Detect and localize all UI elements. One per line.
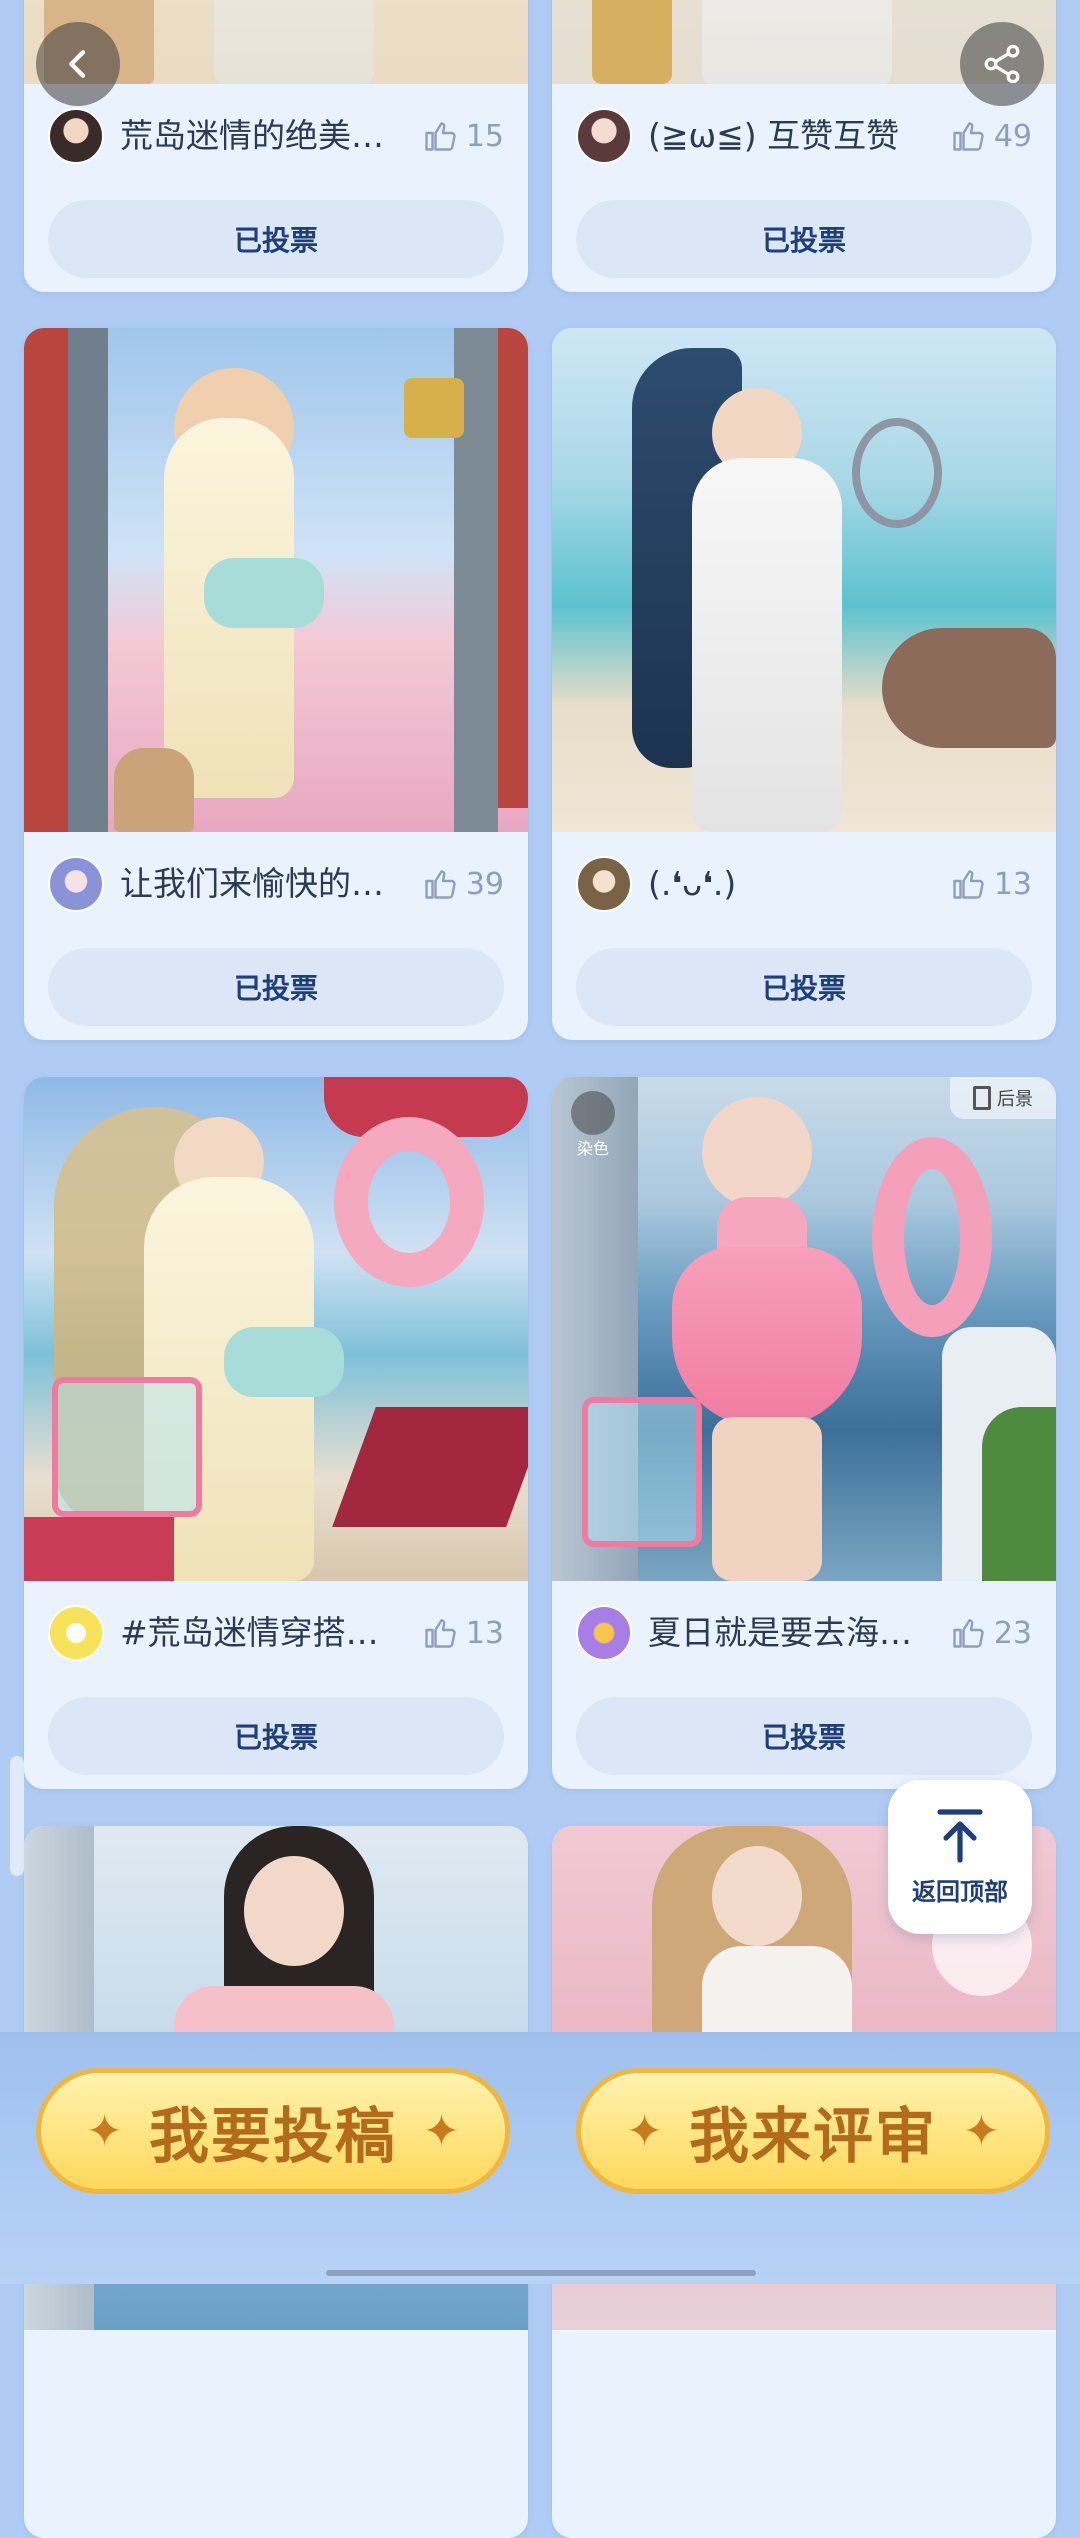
- like-count: 13: [993, 866, 1032, 902]
- voted-button[interactable]: 已投票: [48, 200, 504, 278]
- post-card[interactable]: #荒岛迷情穿搭… 13 已投票: [24, 1077, 528, 1789]
- back-to-top-button[interactable]: 返回顶部: [888, 1780, 1032, 1934]
- author-avatar[interactable]: [48, 856, 104, 912]
- voted-button[interactable]: 已投票: [576, 1697, 1032, 1775]
- dye-tag[interactable]: 染色: [568, 1091, 618, 1161]
- like-counter[interactable]: 15: [422, 116, 504, 156]
- post-image[interactable]: 染色 后景: [552, 1077, 1056, 1581]
- post-title[interactable]: #荒岛迷情穿搭…: [120, 1613, 400, 1653]
- like-count: 23: [993, 1615, 1032, 1651]
- post-image[interactable]: [552, 328, 1056, 832]
- author-avatar[interactable]: [576, 1605, 632, 1661]
- arrow-up-icon: [937, 1808, 983, 1863]
- review-button[interactable]: ✦ 我来评审 ✦: [576, 2068, 1050, 2194]
- like-counter[interactable]: 23: [950, 1613, 1032, 1653]
- edge-drag-handle[interactable]: [10, 1756, 24, 1876]
- chevron-left-icon: [69, 50, 86, 78]
- door-icon: [973, 1086, 991, 1110]
- voted-button[interactable]: 已投票: [576, 200, 1032, 278]
- background-tag[interactable]: 后景: [950, 1077, 1056, 1119]
- submit-entry-label: 我要投稿: [149, 2101, 397, 2172]
- author-avatar[interactable]: [48, 1605, 104, 1661]
- post-meta: 夏日就是要去海… 23: [576, 1603, 1032, 1663]
- thumbs-up-icon: [953, 870, 984, 899]
- post-title[interactable]: 夏日就是要去海…: [648, 1613, 928, 1653]
- sparkle-icon: ✦: [423, 2105, 460, 2157]
- author-avatar[interactable]: [576, 108, 632, 164]
- author-avatar[interactable]: [576, 856, 632, 912]
- dye-label: 染色: [576, 1139, 609, 1158]
- post-image[interactable]: [24, 1077, 528, 1581]
- sparkle-icon: ✦: [626, 2105, 663, 2157]
- palette-icon: [571, 1091, 615, 1135]
- thumbs-up-icon: [425, 870, 456, 899]
- home-indicator[interactable]: [326, 2270, 756, 2276]
- voted-button[interactable]: 已投票: [576, 948, 1032, 1026]
- post-title[interactable]: (≧ω≦) 互赞互赞: [648, 116, 928, 156]
- like-counter[interactable]: 13: [950, 864, 1032, 904]
- post-card[interactable]: 染色 后景 夏日就是要去海… 23 已投票: [552, 1077, 1056, 1789]
- sparkle-icon: ✦: [86, 2105, 123, 2157]
- like-count: 15: [465, 118, 504, 154]
- like-counter[interactable]: 13: [422, 1613, 504, 1653]
- post-meta: 荒岛迷情的绝美… 15: [48, 106, 504, 166]
- submit-entry-button[interactable]: ✦ 我要投稿 ✦: [36, 2068, 510, 2194]
- like-counter[interactable]: 49: [950, 116, 1032, 156]
- post-meta: (≧ω≦) 互赞互赞 49: [576, 106, 1032, 166]
- like-counter[interactable]: 39: [422, 864, 504, 904]
- bottom-action-bar: ✦ 我要投稿 ✦ ✦ 我来评审 ✦: [0, 2032, 1080, 2284]
- post-image[interactable]: [24, 328, 528, 832]
- sparkle-icon: ✦: [963, 2105, 1000, 2157]
- post-card[interactable]: 让我们来愉快的… 39 已投票: [24, 328, 528, 1040]
- post-card[interactable]: (.❛ᴗ❛.) 13 已投票: [552, 328, 1056, 1040]
- post-title[interactable]: (.❛ᴗ❛.): [648, 864, 928, 904]
- background-label: 后景: [997, 1089, 1033, 1110]
- back-button[interactable]: [36, 22, 120, 106]
- like-count: 13: [465, 1615, 504, 1651]
- thumbs-up-icon: [425, 1619, 456, 1648]
- post-grid: 荒岛迷情的绝美… 15 已投票 (≧ω≦) 互赞互赞 49 已投票 让我们来愉快…: [0, 0, 1080, 2538]
- post-meta: (.❛ᴗ❛.) 13: [576, 854, 1032, 914]
- author-avatar[interactable]: [48, 108, 104, 164]
- share-button[interactable]: [960, 22, 1044, 106]
- back-to-top-label: 返回顶部: [912, 1877, 1008, 1906]
- post-title[interactable]: 荒岛迷情的绝美…: [120, 116, 400, 156]
- thumbs-up-icon: [425, 122, 456, 151]
- post-meta: #荒岛迷情穿搭… 13: [48, 1603, 504, 1663]
- review-label: 我来评审: [689, 2101, 937, 2172]
- post-title[interactable]: 让我们来愉快的…: [120, 864, 400, 904]
- thumbs-up-icon: [953, 122, 984, 151]
- voted-button[interactable]: 已投票: [48, 948, 504, 1026]
- like-count: 39: [465, 866, 504, 902]
- voted-button[interactable]: 已投票: [48, 1697, 504, 1775]
- post-meta: 让我们来愉快的… 39: [48, 854, 504, 914]
- like-count: 49: [993, 118, 1032, 154]
- share-icon: [984, 44, 1020, 84]
- thumbs-up-icon: [953, 1619, 984, 1648]
